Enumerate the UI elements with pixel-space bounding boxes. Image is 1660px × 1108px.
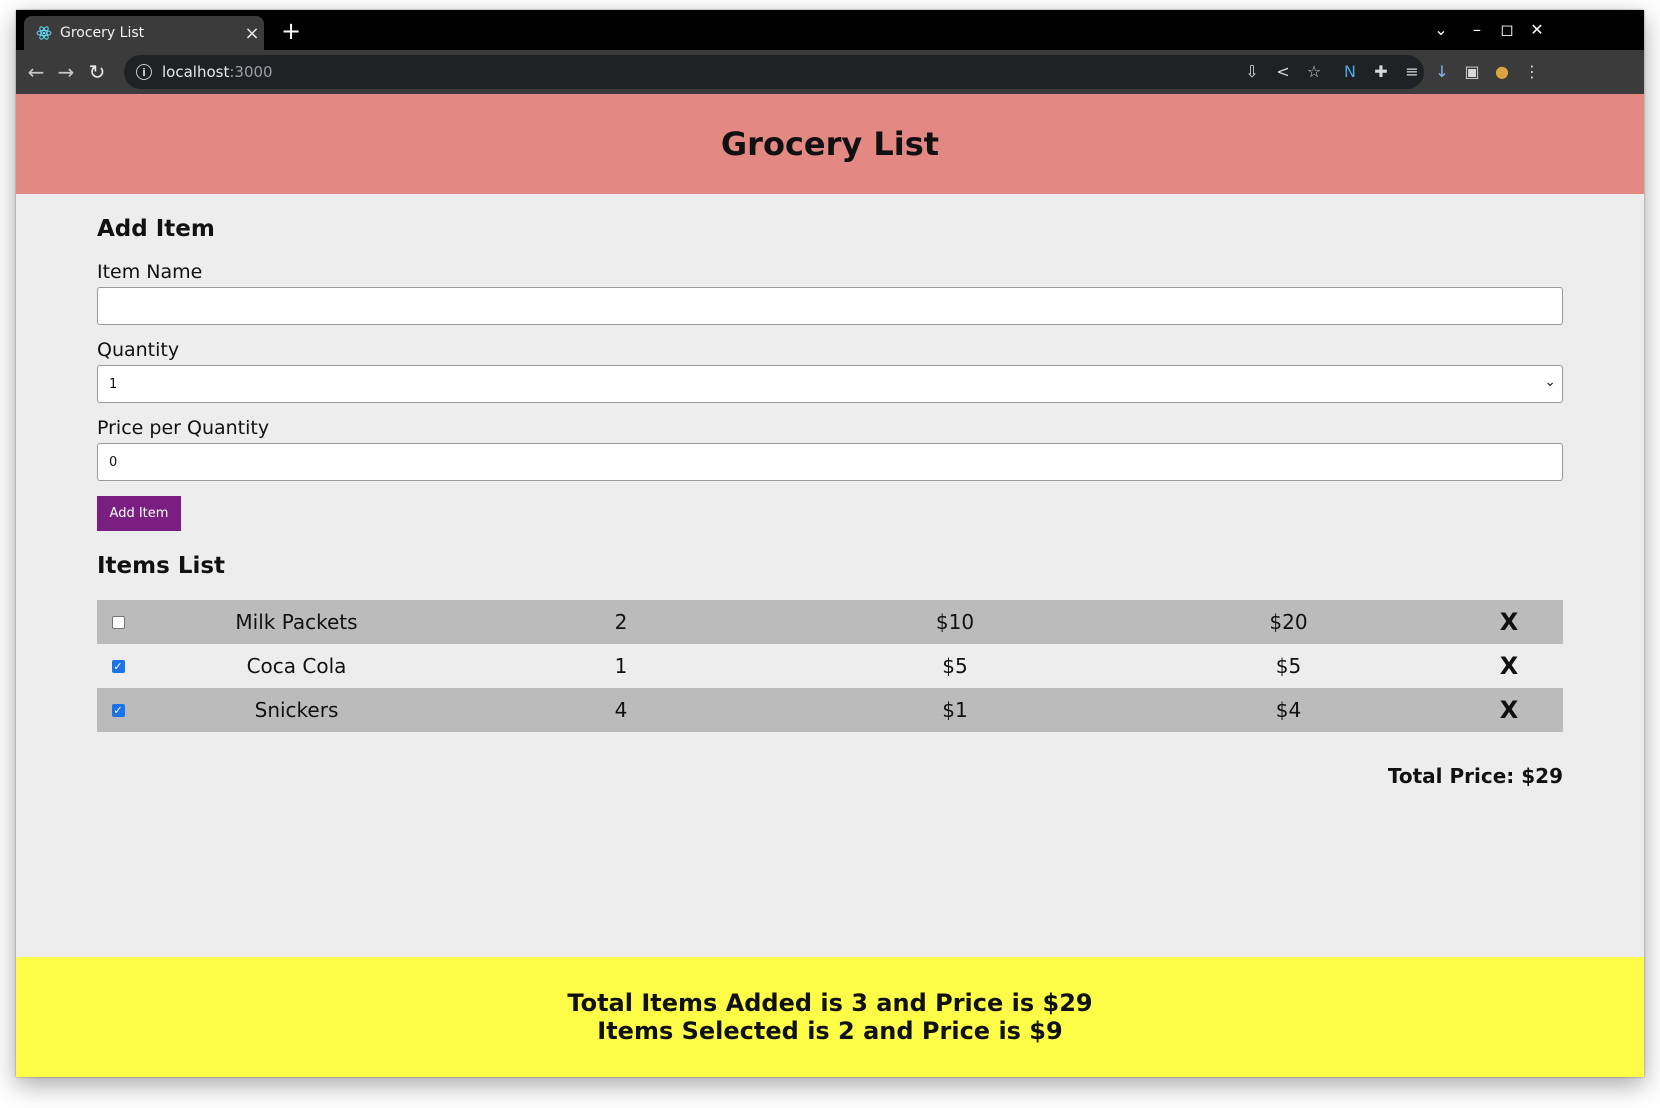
extension-n-icon[interactable]: N — [1338, 60, 1362, 84]
delete-item-button[interactable]: X — [1455, 696, 1563, 724]
profile-avatar-icon[interactable]: ● — [1490, 60, 1514, 84]
browser-window: Grocery List × + ⌄ – ◻ ✕ ← → ↻ i localho… — [16, 10, 1644, 1077]
item-price: $5 — [942, 654, 968, 678]
browser-toolbar: ← → ↻ i localhost:3000 ⇩ < ☆ N ✚ ≡ ↓ ▣ ●… — [16, 50, 1644, 94]
page-content: Grocery List Add Item Item Name Quantity… — [16, 94, 1644, 1077]
item-price: $10 — [935, 610, 975, 634]
item-checkbox-cell — [97, 615, 139, 629]
item-checkbox-cell: ✓ — [97, 703, 139, 717]
new-tab-button[interactable]: + — [278, 18, 304, 44]
add-item-heading: Add Item — [97, 216, 215, 242]
item-quantity: 4 — [614, 698, 628, 722]
item-checkbox[interactable]: ✓ — [111, 659, 125, 673]
item-total: $20 — [1269, 610, 1308, 634]
items-list: Milk Packets 2 $10 $20 X ✓ Coca Cola 1 $… — [97, 600, 1563, 732]
reading-list-icon[interactable]: ≡ — [1400, 60, 1424, 84]
side-panel-icon[interactable]: ▣ — [1460, 60, 1484, 84]
item-name-label: Item Name — [97, 261, 203, 283]
page-title: Grocery List — [720, 125, 940, 163]
item-name: Snickers — [254, 698, 339, 722]
quantity-label: Quantity — [97, 339, 180, 361]
item-name-input[interactable] — [97, 287, 1563, 325]
item-name: Coca Cola — [246, 654, 347, 678]
item-price: $1 — [942, 698, 968, 722]
item-checkbox[interactable] — [111, 615, 125, 629]
site-info-icon[interactable]: i — [136, 64, 152, 80]
main-content: Add Item Item Name Quantity 1 ⌄ Price pe… — [97, 194, 1563, 788]
share-icon[interactable]: < — [1271, 60, 1295, 84]
item-quantity: 1 — [614, 654, 628, 678]
tab-title: Grocery List — [60, 25, 145, 41]
download-arrow-icon[interactable]: ↓ — [1430, 60, 1454, 84]
tab-strip: Grocery List × + ⌄ – ◻ ✕ — [16, 10, 1644, 50]
items-list-heading: Items List — [97, 553, 226, 579]
price-label: Price per Quantity — [97, 417, 270, 439]
list-item: Milk Packets 2 $10 $20 X — [97, 600, 1563, 644]
bookmark-star-icon[interactable]: ☆ — [1302, 60, 1326, 84]
close-window-icon[interactable]: ✕ — [1522, 16, 1552, 44]
delete-item-button[interactable]: X — [1455, 652, 1563, 680]
back-icon[interactable]: ← — [22, 58, 50, 86]
quantity-selected-value: 1 — [109, 376, 118, 392]
browser-tab[interactable]: Grocery List × — [24, 16, 264, 50]
url-port: :3000 — [229, 63, 273, 81]
quantity-select[interactable]: 1 ⌄ — [97, 365, 1563, 403]
extensions-puzzle-icon[interactable]: ✚ — [1369, 60, 1393, 84]
page-header: Grocery List — [16, 94, 1644, 194]
forward-icon[interactable]: → — [52, 58, 80, 86]
summary-footer: Total Items Added is 3 and Price is $29 … — [16, 957, 1644, 1077]
tab-search-icon[interactable]: ⌄ — [1426, 16, 1456, 44]
install-app-icon[interactable]: ⇩ — [1240, 60, 1264, 84]
item-checkbox-cell: ✓ — [97, 659, 139, 673]
delete-item-button[interactable]: X — [1455, 608, 1563, 636]
react-logo-icon — [36, 25, 52, 41]
address-bar[interactable]: i localhost:3000 — [124, 55, 1424, 89]
total-price: Total Price: $29 — [1387, 764, 1563, 788]
list-item: ✓ Coca Cola 1 $5 $5 X — [97, 644, 1563, 688]
item-total: $4 — [1275, 698, 1302, 722]
menu-kebab-icon[interactable]: ⋮ — [1520, 60, 1544, 84]
footer-total-items: Total Items Added is 3 and Price is $29 — [567, 989, 1093, 1017]
item-name: Milk Packets — [235, 610, 358, 634]
maximize-icon[interactable]: ◻ — [1492, 16, 1522, 44]
minimize-icon[interactable]: – — [1462, 16, 1492, 44]
add-item-button[interactable]: Add Item — [97, 496, 181, 531]
url-host: localhost — [162, 63, 230, 81]
price-input[interactable]: 0 — [97, 443, 1563, 481]
footer-selected-items: Items Selected is 2 and Price is $9 — [597, 1017, 1063, 1045]
list-item: ✓ Snickers 4 $1 $4 X — [97, 688, 1563, 732]
tab-close-icon[interactable]: × — [240, 23, 264, 44]
reload-icon[interactable]: ↻ — [83, 58, 111, 86]
item-total: $5 — [1275, 654, 1302, 678]
item-checkbox[interactable]: ✓ — [111, 703, 125, 717]
chevron-down-icon: ⌄ — [1544, 374, 1556, 390]
item-quantity: 2 — [614, 610, 628, 634]
